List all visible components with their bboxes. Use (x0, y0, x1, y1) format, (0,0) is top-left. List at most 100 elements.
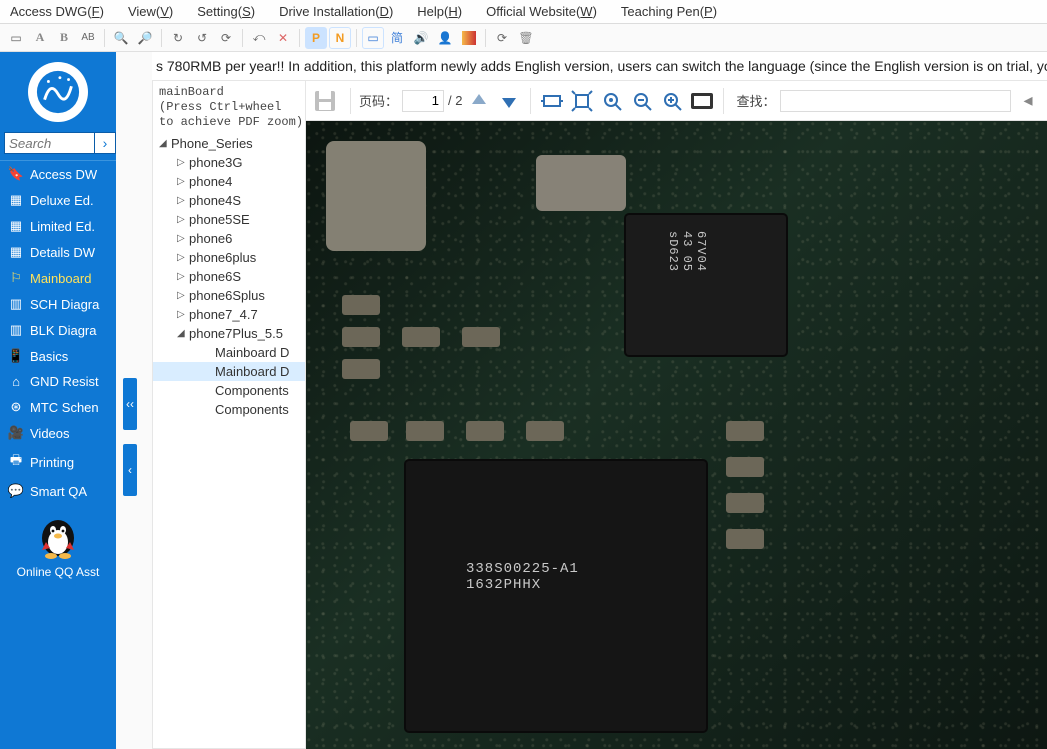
sidebar-item-deluxe-ed-[interactable]: ▦Deluxe Ed. (0, 187, 116, 213)
collapse-handle-double[interactable]: ‹‹ (123, 378, 137, 430)
tree-panel: mainBoard (Press Ctrl+wheel to achieve P… (152, 80, 306, 749)
tree-node[interactable]: ▷phone7_4.7 (153, 305, 305, 324)
page-total: / 2 (448, 93, 462, 108)
zoom-out-icon[interactable]: 🔎 (134, 27, 156, 49)
page-input[interactable] (402, 90, 444, 112)
zoom-in-icon[interactable]: 🔍 (110, 27, 132, 49)
tree-node[interactable]: ▷phone5SE (153, 210, 305, 229)
tree-node[interactable]: ▷phone6S (153, 267, 305, 286)
fit-width-icon[interactable] (539, 88, 565, 114)
gradient-icon[interactable] (458, 27, 480, 49)
grid-icon: ▦ (8, 192, 24, 208)
menu-item[interactable]: Teaching Pen(P) (621, 4, 717, 19)
search-input[interactable] (4, 132, 94, 154)
sidebar-item-access-dw[interactable]: 🔖Access DW (0, 160, 116, 187)
sidebar-item-videos[interactable]: 🎥Videos (0, 420, 116, 446)
font-a-button[interactable]: A (29, 27, 51, 49)
find-prev-icon[interactable]: ◂ (1015, 88, 1041, 114)
mode-p-button[interactable]: P (305, 27, 327, 49)
tree-twisty-icon: ▷ (177, 271, 187, 282)
sidebar-item-basics[interactable]: 📱Basics (0, 343, 116, 369)
menu-item[interactable]: Access DWG(F) (10, 4, 104, 19)
fullscreen-icon[interactable] (689, 88, 715, 114)
qq-penguin-icon[interactable] (0, 512, 116, 563)
tree-node[interactable]: ▷phone6plus (153, 248, 305, 267)
tree-node[interactable]: ▷phone4S (153, 191, 305, 210)
sidebar-item-label: Printing (30, 455, 74, 470)
viewer-toolbar: 页码： / 2 查找： ◂ (306, 81, 1047, 121)
tree-node[interactable]: ▷phone3G (153, 153, 305, 172)
refresh-icon[interactable]: ⟳ (491, 27, 513, 49)
menu-item[interactable]: Drive Installation(D) (279, 4, 393, 19)
rotate-alt-icon[interactable]: ⟳ (215, 27, 237, 49)
font-ab-button[interactable]: AB (77, 27, 99, 49)
menu-item[interactable]: Official Website(W) (486, 4, 597, 19)
user-icon[interactable]: 👤 (434, 27, 456, 49)
screen-icon[interactable]: ▭ (362, 27, 384, 49)
page-down-icon[interactable] (496, 88, 522, 114)
sidebar-item-gnd-resist[interactable]: ⌂ GND Resist (0, 369, 116, 394)
page-label: 页码： (359, 91, 398, 110)
chip-icon: ⌂ (8, 374, 24, 389)
sidebar-item-blk-diagra[interactable]: ▥BLK Diagra (0, 317, 116, 343)
undo-icon[interactable]: ⤺ (248, 27, 270, 49)
sidebar-item-printing[interactable]: 🖶Printing (0, 446, 116, 478)
zoom-in-icon[interactable] (659, 88, 685, 114)
chip-marking: 338S00225-A1 1632PHHX (466, 561, 579, 593)
tree-node[interactable]: Components (153, 400, 305, 419)
mode-n-button[interactable]: N (329, 27, 351, 49)
tree-node[interactable]: ◢Phone_Series (153, 134, 305, 153)
pcb-image[interactable]: 338S00225-A1 1632PHHX 67V04 43 05 sD623 (306, 121, 1047, 749)
zoom-reset-icon[interactable] (599, 88, 625, 114)
page-up-icon[interactable] (466, 88, 492, 114)
search-go-button[interactable]: › (94, 132, 116, 154)
tree-node[interactable]: Components (153, 381, 305, 400)
sidebar-item-label: SCH Diagra (30, 297, 99, 312)
sidebar-item-mainboard[interactable]: ⚐Mainboard (0, 265, 116, 291)
sidebar-item-smart-qa[interactable]: 💬Smart QA (0, 478, 116, 504)
tree-node[interactable]: ▷phone4 (153, 172, 305, 191)
rect-icon[interactable]: ▭ (5, 27, 27, 49)
tree-node-label: phone4 (189, 174, 301, 189)
sound-icon[interactable]: 🔊 (410, 27, 432, 49)
sidebar-item-limited-ed-[interactable]: ▦Limited Ed. (0, 213, 116, 239)
sidebar-item-details-dw[interactable]: ▦Details DW (0, 239, 116, 265)
sidebar-item-label: MTC Schen (30, 400, 99, 415)
menu-item[interactable]: View(V) (128, 4, 173, 19)
sidebar-item-sch-diagra[interactable]: ▥SCH Diagra (0, 291, 116, 317)
lang-button[interactable]: 简 (386, 27, 408, 49)
bookmark-icon: 🔖 (8, 166, 24, 182)
sidebar: › 🔖Access DW▦Deluxe Ed.▦Limited Ed.▦Deta… (0, 52, 116, 749)
app-logo (28, 62, 88, 122)
menu-item[interactable]: Setting(S) (197, 4, 255, 19)
tree-node-label: phone6 (189, 231, 301, 246)
tree-node[interactable]: ▷phone6Splus (153, 286, 305, 305)
trash-icon[interactable]: 🗑 (515, 27, 537, 49)
fit-page-icon[interactable] (569, 88, 595, 114)
marquee-banner: s 780RMB per year!! In addition, this pl… (152, 52, 1047, 80)
font-b-button[interactable]: B (53, 27, 75, 49)
rotate-cw-icon[interactable]: ↻ (167, 27, 189, 49)
tree-twisty-icon: ▷ (177, 157, 187, 168)
rotate-ccw-icon[interactable]: ↺ (191, 27, 213, 49)
tree-node[interactable]: ▷phone6 (153, 229, 305, 248)
collapse-handle-single[interactable]: ‹ (123, 444, 137, 496)
menu-item[interactable]: Help(H) (417, 4, 462, 19)
save-icon[interactable] (308, 84, 342, 118)
tree-node-label: phone5SE (189, 212, 301, 227)
find-input[interactable] (780, 90, 1012, 112)
cancel-icon[interactable]: ✕ (272, 27, 294, 49)
tree-twisty-icon: ▷ (177, 195, 187, 206)
sidebar-item-label: Basics (30, 349, 68, 364)
tree-twisty-icon: ▷ (177, 252, 187, 263)
tree-node[interactable]: Mainboard D (153, 362, 305, 381)
tree-node-label: Components (215, 383, 301, 398)
zoom-out-icon[interactable] (629, 88, 655, 114)
sidebar-item-mtc-schen[interactable]: ⊛MTC Schen (0, 394, 116, 420)
box-icon: ▥ (8, 322, 24, 338)
tree-node[interactable]: ◢phone7Plus_5.5 (153, 324, 305, 343)
collapse-area: ‹‹ ‹ (116, 52, 152, 749)
tree-node[interactable]: Mainboard D (153, 343, 305, 362)
sidebar-item-label: GND Resist (30, 374, 99, 389)
menu-bar: Access DWG(F) View(V) Setting(S) Drive I… (0, 0, 1047, 24)
